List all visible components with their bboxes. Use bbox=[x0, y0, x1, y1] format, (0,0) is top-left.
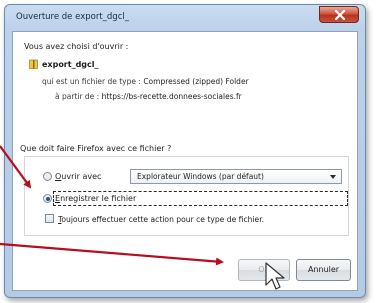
annotation-arrow-save bbox=[0, 145, 32, 189]
mouse-cursor-icon bbox=[265, 262, 285, 290]
annotation-arrow-ok bbox=[0, 242, 224, 266]
annotation-overlay bbox=[0, 145, 285, 290]
